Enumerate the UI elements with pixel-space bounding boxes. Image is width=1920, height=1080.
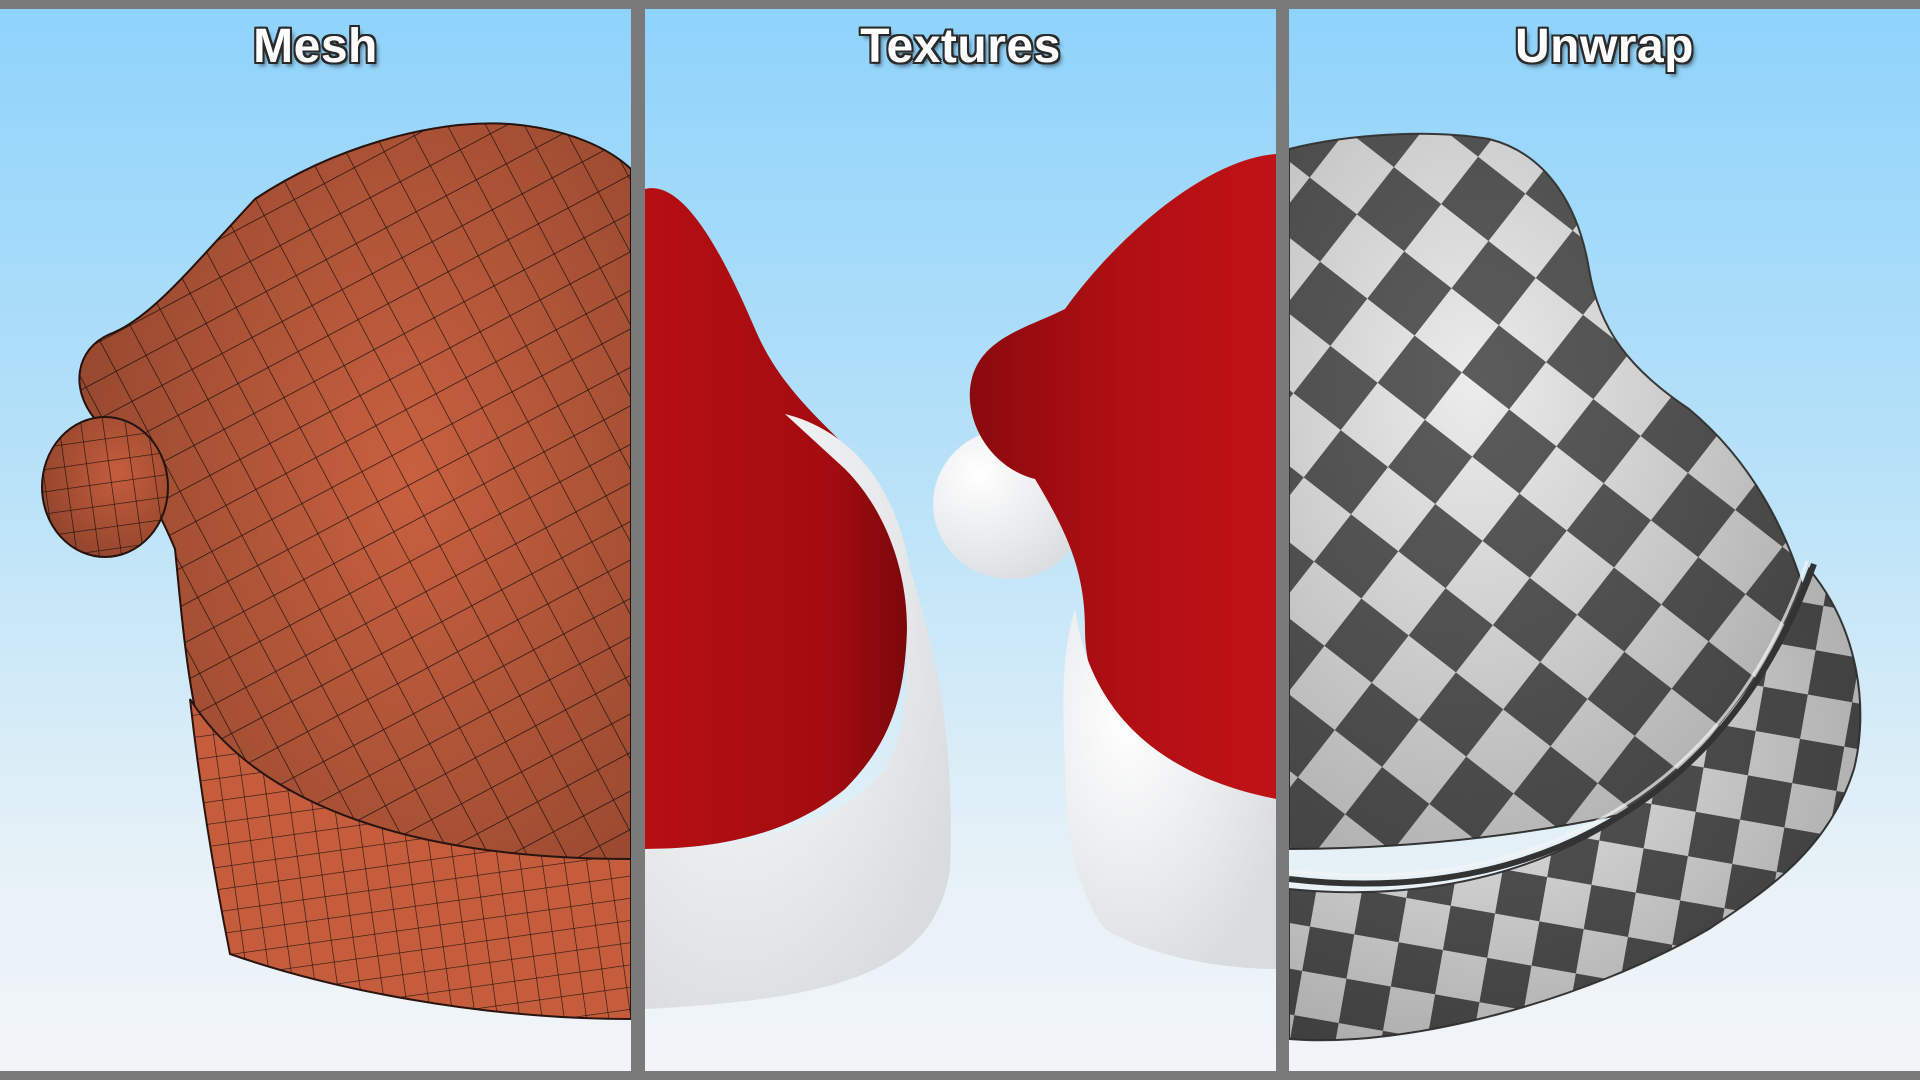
- render-comparison: Mesh Textures Unwrap: [0, 0, 1920, 1080]
- panel-title-mesh: Mesh: [253, 20, 378, 73]
- textured-hat-render: [645, 154, 1276, 1009]
- panel-title-unwrap: Unwrap: [1514, 20, 1694, 73]
- panel-title-textures: Textures: [860, 20, 1061, 73]
- unwrap-panel: Unwrap: [1289, 9, 1920, 1071]
- mesh-wireframe-hat: [41, 122, 631, 1021]
- textures-panel: Textures: [645, 9, 1276, 1071]
- checker-unwrap-hat: [1289, 132, 1862, 1042]
- mesh-panel: Mesh: [0, 9, 631, 1071]
